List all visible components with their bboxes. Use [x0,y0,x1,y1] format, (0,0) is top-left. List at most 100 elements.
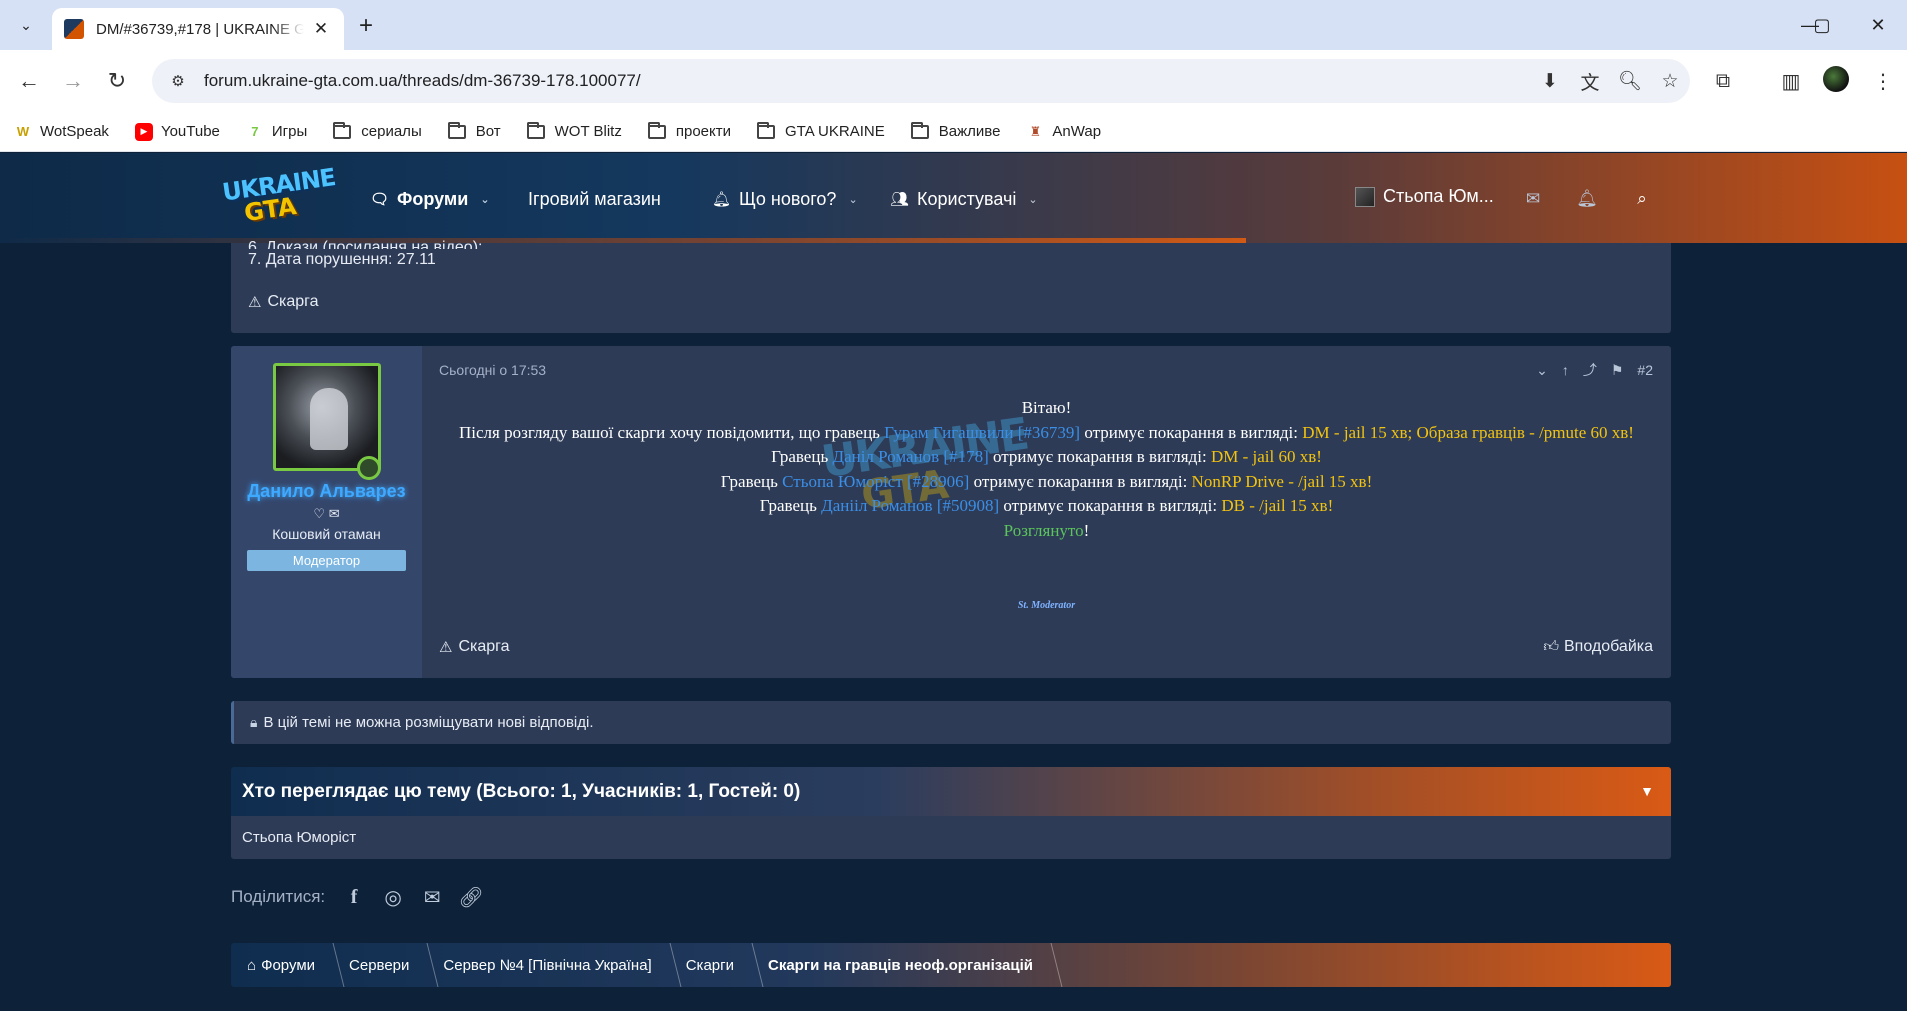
post-user-panel: Данило Альварез ♡ ✉ Кошовий отаман Модер… [231,346,422,678]
bookmark-anwap[interactable]: ♜ AnWap [1026,123,1101,141]
previous-post-partial-line: 6. Докази (посилання на відео): [248,239,483,249]
bookmark-folder-wot-blitz[interactable]: WOT Blitz [526,121,622,140]
player-link[interactable]: Гурам Гигашвили [#36739] [884,423,1080,442]
chevron-down-icon[interactable]: ⌄ [1028,193,1037,206]
bookmark-igry[interactable]: 7 Игры [246,123,307,141]
chevron-down-icon: ⌄ [20,16,32,33]
facebook-icon[interactable]: f [341,884,367,910]
nav-members[interactable]: 👥︎ Користувачі ⌄ [890,182,1038,216]
penalty-text: DM - jail 15 хв; Образа гравців - /pmute… [1302,422,1634,442]
site-logo[interactable]: UKRAINE GTA [221,163,337,227]
breadcrumb-complaints[interactable]: Скарги [670,943,752,987]
email-icon[interactable]: ✉ [419,884,445,910]
post-number[interactable]: #2 [1637,362,1653,378]
maximize-button[interactable]: ▢ [1796,8,1848,42]
player-link[interactable]: Данііл Романов [#50908] [821,496,999,515]
bell-icon: 🔔︎ [712,191,732,208]
account-menu[interactable]: Стьопа Юм... [1355,186,1494,207]
signature: St. Moderator [1017,600,1076,611]
share-bar: Поділитися: f ◎ ✉ 🔗︎ [231,884,497,910]
bookmark-folder-vot[interactable]: Вот [447,121,501,140]
post-date[interactable]: Сьогодні о 17:53 [439,362,546,378]
user-panel-arrow [422,400,436,432]
post-body: Вітаю! Після розгляду вашої скарги хочу … [439,396,1654,543]
wotspeak-icon: W [16,124,30,139]
moderator-banner: Модератор [247,550,406,571]
plus-icon: + [358,12,373,39]
extensions-icon[interactable]: ⧉ [1706,64,1740,98]
viewer-name[interactable]: Стьопа Юморіст [242,829,356,846]
envelope-icon[interactable]: ✉ [329,506,340,521]
bookmark-youtube[interactable]: ▶ YouTube [134,122,220,141]
warning-icon: ⚠ [439,639,453,656]
envelope-icon[interactable]: ✉ [1520,186,1546,212]
address-bar[interactable]: ⚙ forum.ukraine-gta.com.ua/threads/dm-36… [152,59,1690,103]
bell-icon[interactable]: 🔔︎ [1574,186,1600,212]
folder-icon [333,121,352,139]
previous-post: 6. Докази (посилання на відео): 7. Дата … [231,239,1671,333]
forward-button[interactable]: → [56,64,90,98]
penalty-text: NonRP Drive - /jail 15 хв! [1191,471,1373,491]
bookmark-folder-proekty[interactable]: проекти [647,121,731,140]
tab-search-button[interactable]: ⌄ [10,9,42,41]
post-author-name[interactable]: Данило Альварез [231,481,422,502]
bookmarks-bar: W WotSpeak ▶ YouTube 7 Игры сериалы Вот WOT… [0,112,1907,152]
whatsapp-icon[interactable]: ◎ [380,884,406,910]
chat-icon: 🗨︎ [370,191,390,208]
bookmark-folder-gta-ukraine[interactable]: GTA UKRAINE [757,121,885,140]
player-link[interactable]: Стьопа Юморіст [#28906] [782,472,969,491]
back-button[interactable]: ← [12,64,46,98]
reload-button[interactable]: ↻ [100,64,134,98]
bookmark-icon[interactable]: ⚑ [1611,362,1624,379]
close-icon[interactable]: ✕ [310,18,332,40]
zoom-icon[interactable]: 🔍︎ [1610,63,1650,99]
status-approved: Розглянуто [1003,520,1084,540]
profile-avatar[interactable] [1823,66,1849,92]
side-panel-icon[interactable]: ▥ [1774,64,1808,98]
nav-forums[interactable]: 🗨︎ Форуми ⌄ [370,182,490,216]
post-actions: ⌄ ↑ ⤴ ⚑ #2 [1522,360,1653,380]
viewers-title: Хто переглядає цю тему (Всього: 1, Учасн… [242,780,801,802]
like-button[interactable]: 👍︎ Вподобайка [1543,638,1653,656]
breadcrumb-server-4[interactable]: Сервер №4 [Північна Україна] [427,943,669,987]
caret-down-icon[interactable]: ▼ [1637,781,1657,801]
arrow-up-icon[interactable]: ↑ [1562,362,1569,378]
folder-icon [526,121,545,139]
verdict-line-2: Гравець Даніл Романов [#178] отримує пок… [771,447,1322,466]
site-info-icon[interactable]: ⚙ [164,67,192,95]
bookmark-folder-serialy[interactable]: сериалы [333,121,422,140]
share-icon[interactable]: ⤴ [1583,360,1597,380]
verdict-line-3: Гравець Стьопа Юморіст [#28906] отримує … [720,471,1373,491]
menu-kebab-icon[interactable]: ⋮ [1866,64,1900,98]
bookmark-star-icon[interactable]: ☆ [1650,63,1690,99]
link-icon[interactable]: 🔗︎ [458,884,484,910]
close-window-button[interactable]: ✕ [1852,8,1904,42]
folder-icon [757,121,775,139]
chevron-circle-icon[interactable]: ⌄ [1536,362,1548,379]
breadcrumb-current[interactable]: Скарги на гравців неоф.організацій [752,943,1051,987]
arrow-right-icon: → [62,68,84,93]
chevron-down-icon[interactable]: ⌄ [480,193,489,206]
chevron-down-icon[interactable]: ⌄ [848,193,857,206]
install-app-icon[interactable]: ⬇ [1530,63,1570,99]
report-button[interactable]: ⚠ Скарга [248,293,319,311]
moderator-post: Данило Альварез ♡ ✉ Кошовий отаман Модер… [231,346,1671,678]
bookmark-wotspeak[interactable]: W WotSpeak [14,123,109,141]
translate-icon[interactable]: 文 [1570,63,1610,99]
browser-tab-active[interactable]: DM/#36739,#178 | UKRAINE GTA ✕ [52,8,344,50]
avatar[interactable] [273,363,381,471]
breadcrumb-forums[interactable]: ⌂ Форуми [231,943,333,987]
report-button[interactable]: ⚠ Скарга [439,638,510,656]
thumbs-up-icon: 👍︎ [1543,638,1559,655]
search-icon[interactable]: ⌕ [1629,186,1655,212]
breadcrumb-servers[interactable]: Сервери [333,943,427,987]
folder-icon [647,121,666,139]
player-link[interactable]: Даніл Романов [#178] [832,447,988,466]
viewers-header[interactable]: Хто переглядає цю тему (Всього: 1, Учасн… [231,767,1671,816]
warning-icon: ⚠ [248,294,262,311]
bookmark-folder-vazhlyve[interactable]: Важливе [910,121,1000,140]
nav-whats-new[interactable]: 🔔︎ Що нового? ⌄ [712,182,858,216]
site-favicon-icon [64,19,84,39]
nav-shop[interactable]: Ігровий магазин [528,182,661,216]
new-tab-button[interactable]: + [350,10,382,42]
